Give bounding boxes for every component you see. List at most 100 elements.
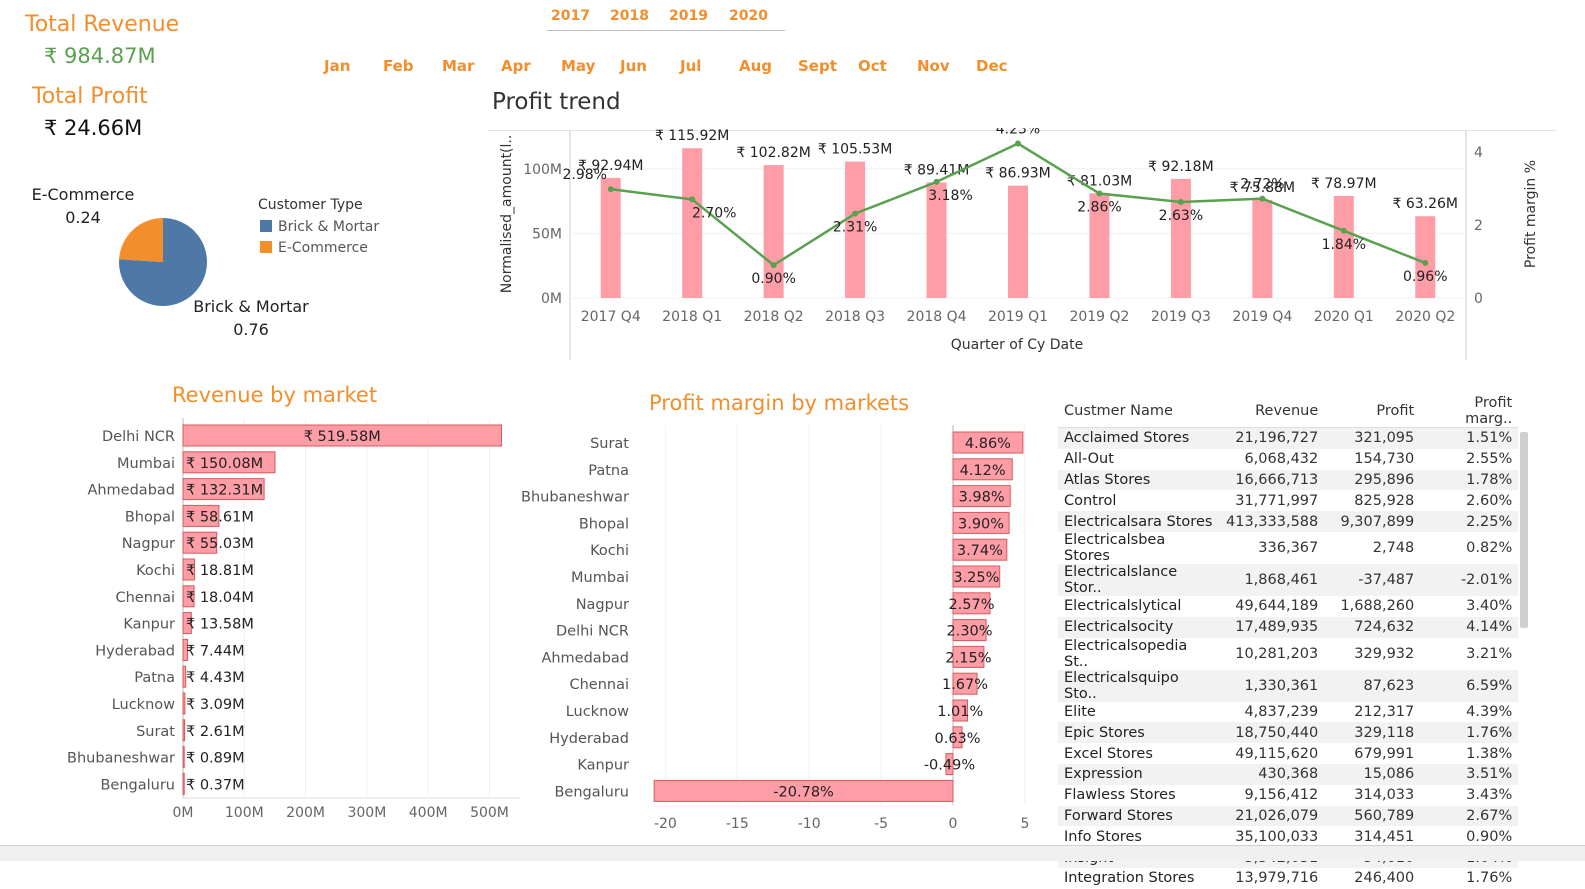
cell-customer-name: Integration Stores <box>1064 870 1195 887</box>
margin-category-label: Mumbai <box>571 570 629 586</box>
table-row[interactable]: Control 31,771,997 825,928 2.60% <box>1058 490 1518 511</box>
legend-label: E-Commerce <box>278 240 368 256</box>
trend-margin-label: 1.84% <box>1322 237 1366 253</box>
table-row[interactable]: Excel Stores 49,115,620 679,991 1.38% <box>1058 743 1518 764</box>
trend-x-label: Quarter of Cy Date <box>951 337 1083 353</box>
trend-y2-tick: 4 <box>1474 145 1483 161</box>
month-filter-item[interactable]: Dec <box>976 57 1008 75</box>
trend-bar <box>682 148 703 298</box>
cell-profit: 2,748 <box>1372 539 1415 556</box>
table-row[interactable]: All-Out 6,068,432 154,730 2.55% <box>1058 449 1518 470</box>
revenue-value-label: ₹ 18.04M <box>186 590 254 606</box>
legend-item-brick-mortar[interactable]: Brick & Mortar <box>260 219 379 235</box>
month-filter-item[interactable]: Feb <box>383 57 414 75</box>
cell-revenue: 21,196,727 <box>1220 427 1325 449</box>
column-header-name[interactable]: Custmer Name <box>1058 395 1220 428</box>
table-scrollbar[interactable] <box>1520 432 1528 628</box>
year-filter-item[interactable]: 2019 <box>669 8 708 24</box>
trend-bar <box>1008 185 1028 298</box>
table-row[interactable]: Electricalsbea Stores 336,367 2,748 0.82% <box>1058 532 1518 564</box>
revenue-value-label: ₹ 13.58M <box>186 617 254 633</box>
margin-category-label: Ahmedabad <box>541 650 629 666</box>
year-filter-item[interactable]: 2018 <box>610 8 649 24</box>
trend-margin-label: 0.96% <box>1403 269 1447 285</box>
table-row[interactable]: Elite 4,837,239 212,317 4.39% <box>1058 702 1518 723</box>
table-row[interactable]: Flawless Stores 9,156,412 314,033 3.43% <box>1058 785 1518 806</box>
table-row[interactable]: Atlas Stores 16,666,713 295,896 1.78% <box>1058 469 1519 491</box>
month-filter-item[interactable]: Apr <box>501 57 531 75</box>
trend-margin-label: 2.98% <box>562 167 606 183</box>
column-header-profit-margin[interactable]: Profit marg.. <box>1420 395 1519 428</box>
month-filter-item[interactable]: Aug <box>739 57 772 75</box>
margin-value-label: 1.01% <box>937 704 983 720</box>
year-filter-item[interactable]: 2020 <box>729 8 768 24</box>
table-row[interactable]: Electricalsara Stores 413,333,588 9,307,89… <box>1058 511 1519 532</box>
trend-margin-point <box>1015 140 1021 147</box>
trend-bar-label: ₹ 92.18M <box>1148 159 1214 175</box>
trend-x-tick: 2018 Q3 <box>825 309 885 325</box>
month-filter-item[interactable]: Jan <box>324 57 350 75</box>
total-revenue-title: Total Revenue <box>25 12 180 37</box>
cell-profit-margin: 3.43% <box>1466 787 1513 804</box>
month-filter-item[interactable]: Jul <box>680 57 701 75</box>
cell-revenue: 10,281,203 <box>1235 645 1319 662</box>
year-filter-item[interactable]: 2017 <box>551 8 590 24</box>
month-filter-item[interactable]: Nov <box>917 57 950 75</box>
revenue-category-label: Delhi NCR <box>102 429 175 445</box>
month-filter-item[interactable]: Oct <box>858 57 887 75</box>
table-row[interactable]: Electricalsopedia St.. 10,281,203 329,932 3… <box>1058 638 1518 670</box>
cell-customer-name: Electricalsocity <box>1058 616 1220 638</box>
trend-x-tick: 2020 Q1 <box>1314 309 1374 325</box>
profit-margin-chart: -20 -15 -10 -5 0 5 Surat 4.86% Patna 4.12% Bhubane… <box>521 425 1029 832</box>
table-row[interactable]: Electricalslance Stor.. 1,868,461 -37,487-… <box>1058 563 1519 596</box>
customer-type-pie <box>118 218 207 306</box>
table-row[interactable]: Forward Stores 21,026,079 560,789 2.67% <box>1058 805 1519 827</box>
cell-profit: 314,033 <box>1354 787 1415 804</box>
revenue-value-label: ₹ 18.81M <box>186 563 254 579</box>
trend-x-tick: 2017 Q4 <box>581 309 641 325</box>
revenue-value-label: ₹ 55.03M <box>186 536 254 552</box>
table-row[interactable]: Electricalsocity 17,489,935 724,632 4.14% <box>1058 616 1519 638</box>
trend-bar <box>1415 216 1436 298</box>
year-filter: 2017 2018 2019 2020 <box>547 6 785 31</box>
column-header-revenue[interactable]: Revenue <box>1220 395 1325 428</box>
cell-revenue: 49,644,189 <box>1235 598 1319 615</box>
trend-x-tick: 2018 Q4 <box>907 309 967 325</box>
cell-customer-name: Elite <box>1064 703 1096 720</box>
revenue-category-label: Lucknow <box>112 697 175 713</box>
trend-bar-label: ₹ 102.82M <box>736 145 810 161</box>
table-row[interactable]: Electricalslytical 49,644,189 1,688,260 3.4… <box>1058 596 1518 617</box>
cell-revenue: 31,771,997 <box>1235 492 1319 509</box>
cell-profit: 329,118 <box>1324 722 1421 744</box>
cell-customer-name: Epic Stores <box>1058 722 1220 744</box>
table-row[interactable]: Acclaimed Stores 21,196,727 321,095 1.51% <box>1058 427 1519 449</box>
table-row[interactable]: Expression 430,368 15,086 3.51% <box>1058 763 1519 785</box>
cell-profit: 560,789 <box>1324 805 1421 827</box>
cell-revenue: 4,837,239 <box>1244 703 1319 720</box>
month-filter-item[interactable]: Mar <box>442 57 474 75</box>
cell-profit: 15,086 <box>1324 763 1421 785</box>
margin-category-label: Nagpur <box>576 597 629 613</box>
cell-customer-name: Electricalsopedia St.. <box>1064 637 1188 670</box>
month-filter-item[interactable]: Jun <box>620 57 647 75</box>
revenue-category-label: Nagpur <box>122 536 175 552</box>
revenue-bar <box>182 719 186 742</box>
table-row[interactable]: Integration Stores 13,979,716 246,400 1.76% <box>1058 868 1518 889</box>
month-filter-item[interactable]: May <box>561 57 595 75</box>
revenue-category-label: Bhopal <box>125 509 175 525</box>
revenue-x-tick: 400M <box>409 805 448 820</box>
pie-slice-ecommerce[interactable] <box>119 218 163 262</box>
trend-y2-tick: 2 <box>1474 218 1483 234</box>
cell-profit: 724,632 <box>1324 616 1421 638</box>
table-row[interactable]: Electricalsquipo Sto.. 1,330,361 87,623 6.5… <box>1058 669 1519 702</box>
margin-category-label: Bengaluru <box>554 784 629 800</box>
month-filter-item[interactable]: Sept <box>798 57 837 75</box>
revenue-x-tick: 0M <box>173 805 194 820</box>
column-header-profit[interactable]: Profit <box>1324 395 1421 428</box>
cell-revenue: 6,068,432 <box>1244 451 1319 468</box>
cell-profit: 825,928 <box>1354 492 1415 509</box>
cell-profit-margin: 1.38% <box>1466 745 1513 762</box>
cell-revenue: 1,330,361 <box>1220 669 1325 702</box>
legend-item-ecommerce[interactable]: E-Commerce <box>260 240 368 256</box>
table-row[interactable]: Epic Stores 18,750,440 329,118 1.76% <box>1058 722 1519 744</box>
